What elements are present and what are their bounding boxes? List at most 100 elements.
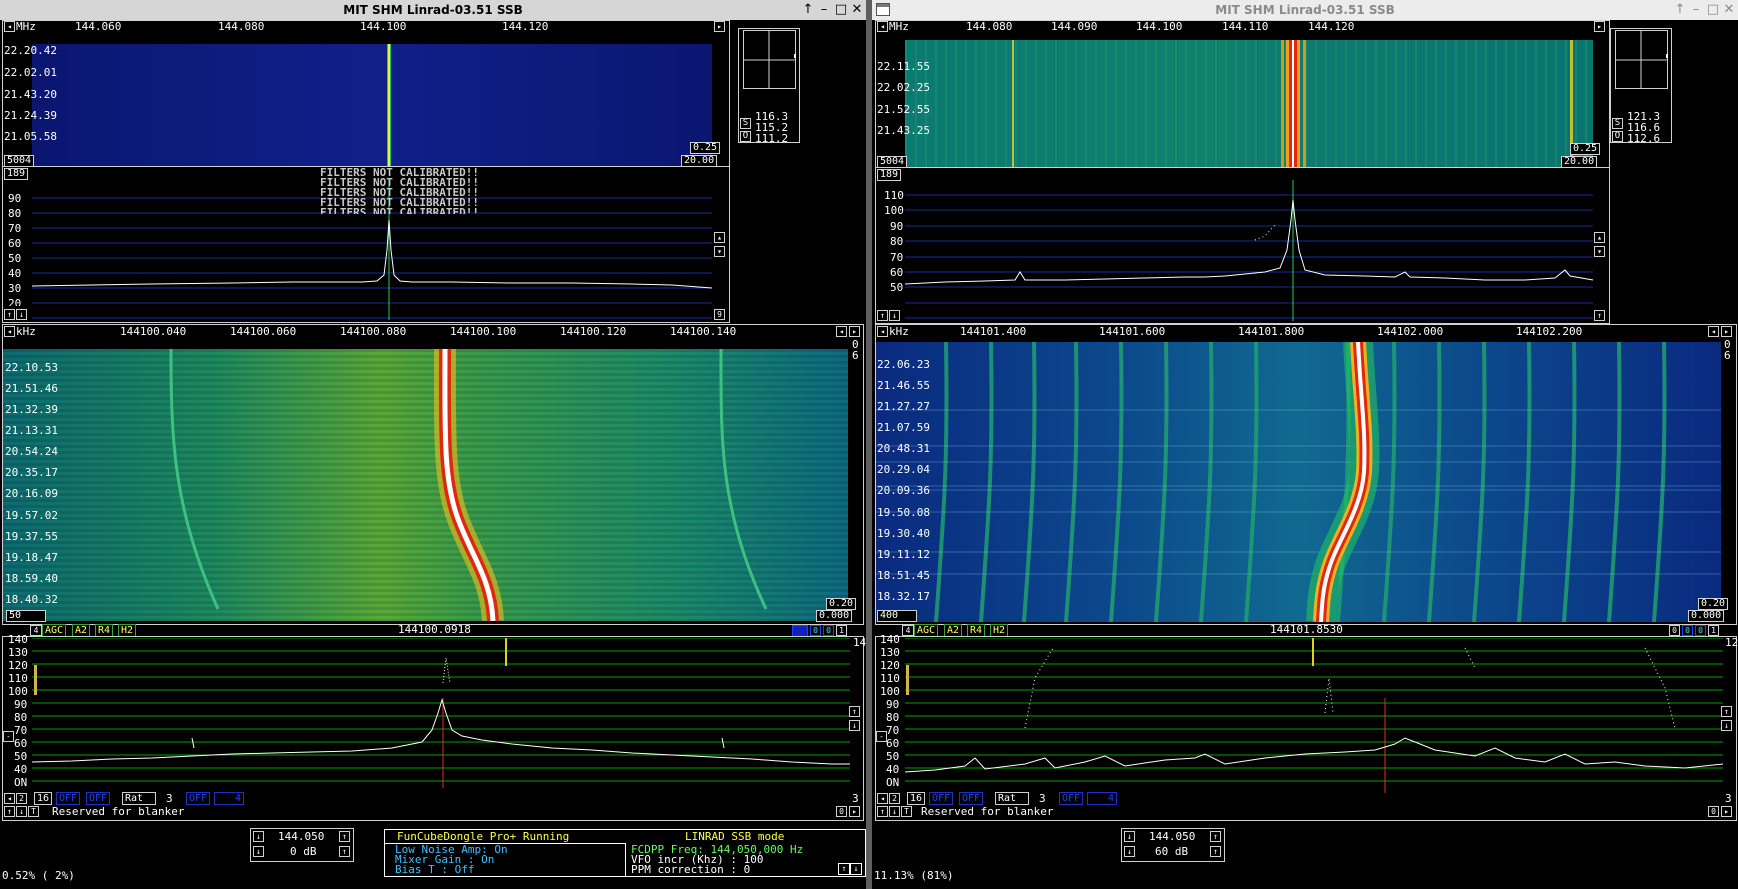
arrow-up-icon[interactable]: ↑ [838,863,850,875]
minimize-icon[interactable]: – [1688,1,1704,18]
minimize-icon[interactable]: – [816,1,832,18]
baseband-off-button[interactable]: OFF [1059,792,1084,805]
baseband-row2-right[interactable]: 0 [1708,806,1719,817]
ctrl-number[interactable]: 4 [902,625,914,636]
arrow-down-icon[interactable]: ↓ [253,846,264,857]
maximize-icon[interactable]: □ [833,1,849,18]
arrow-down-icon[interactable]: ↓ [849,720,860,731]
ctrl-right-button[interactable]: 1 [836,625,847,636]
s-meter-s-button[interactable]: S [740,118,751,129]
arrow-up-icon[interactable]: ↑ [4,806,15,817]
baseband-value[interactable]: 4 [1087,792,1117,805]
arrow-up-icon[interactable]: ↑ [877,806,888,817]
arrow-down-icon[interactable]: ▾ [714,246,725,257]
arrow-left-icon[interactable]: ◂ [877,21,888,32]
spectrum-top-value[interactable]: 189 [877,169,902,181]
narrow-right-value-bottom[interactable]: 0.000 [1688,610,1725,622]
arrow-right-icon[interactable]: ▸ [1594,21,1605,32]
baseband-btn[interactable]: 2 [889,793,900,804]
ctrl-right-button[interactable]: 1 [1708,625,1719,636]
arrow-right-icon[interactable]: ▸ [1721,806,1732,817]
baseband-btn[interactable]: 2 [16,793,27,804]
spectrum-scale: 90 [890,220,904,233]
baseband-off-button[interactable]: OFF [186,792,211,805]
narrow-left-value[interactable]: 400 [877,610,917,622]
arrow-up-icon[interactable]: ↑ [800,1,816,18]
arrow-left-icon[interactable]: ◂ [836,326,847,337]
arrow-right-icon[interactable]: ▸ [714,21,725,32]
baseband-off-button[interactable]: OFF [959,792,984,805]
ctrl-right-button[interactable]: 0 [1695,625,1706,636]
baseband-off-button[interactable]: OFF [86,792,111,805]
arrow-up-icon[interactable]: ↑ [339,831,350,842]
arrow-up-icon[interactable]: ↑ [4,309,15,320]
freq-value[interactable]: 144.050 [1149,831,1195,843]
arrow-down-icon[interactable]: ↓ [889,806,900,817]
s-meter-o-button[interactable]: O [1612,131,1623,142]
arrow-up-icon[interactable]: ↑ [1210,846,1221,857]
narrow-right-value-top[interactable]: 0.20 [1698,598,1729,610]
arrow-up-icon[interactable]: ↑ [1594,310,1605,321]
arrow-up-icon[interactable]: ↑ [849,706,860,717]
baseband-btn[interactable]: 16 [907,792,926,805]
spectrum-top-value[interactable]: 189 [4,168,29,180]
baseband-row2-right[interactable]: 0 [836,806,847,817]
baseband-value[interactable]: 4 [214,792,244,805]
narrow-left-value[interactable]: 50 [6,610,46,622]
arrow-up-icon[interactable]: ↑ [1210,831,1221,842]
filters-warning: FILTERS NOT CALIBRATED!! FILTERS NOT CALI… [320,166,479,214]
baseband-top-right: 14 [853,636,866,649]
gain-value[interactable]: 0 dB [290,846,317,858]
arrow-up-icon[interactable]: ▴ [1594,232,1605,243]
baseband-top-right: 12 [1725,636,1738,649]
ctrl-number[interactable]: 4 [30,625,42,636]
maximize-icon[interactable]: □ [1705,1,1721,18]
arrow-down-icon[interactable]: ↓ [889,310,900,321]
spectrum-bottom-right-button[interactable]: 9 [714,309,725,320]
arrow-left-icon[interactable]: ◂ [1708,326,1719,337]
ctrl-right-button[interactable]: 0 [1682,625,1693,636]
arrow-up-icon[interactable]: ↑ [877,310,888,321]
arrow-down-icon[interactable]: ↓ [16,309,27,320]
arrow-right-icon[interactable]: ▸ [1721,326,1732,337]
arrow-up-icon[interactable]: ↑ [339,846,350,857]
ctrl-right-button[interactable]: 0 [810,625,821,636]
close-icon[interactable]: ✕ [849,1,865,18]
arrow-up-icon[interactable]: ▴ [714,232,725,243]
baseband-off-button[interactable]: OFF [929,792,954,805]
arrow-down-icon[interactable]: ↓ [16,806,27,817]
arrow-right-icon[interactable]: ▸ [849,806,860,817]
arrow-down-icon[interactable]: ↓ [1721,720,1732,731]
arrow-left-icon[interactable]: ◂ [4,793,15,804]
arrow-down-icon[interactable]: ▾ [1594,246,1605,257]
s-meter-s-button[interactable]: S [1612,118,1623,129]
arrow-down-icon[interactable]: ↓ [1124,831,1135,842]
arrow-up-icon[interactable]: ↑ [1672,1,1688,18]
narrow-right-value-top[interactable]: 0.20 [826,598,857,610]
window-title: MIT SHM Linrad-03.51 SSB [1215,3,1395,17]
title-bar[interactable]: MIT SHM Linrad-03.51 SSB ↑ – □ ✕ [0,0,866,20]
wide-right-value-top[interactable]: 0.25 [1570,143,1601,155]
baseband-off-button[interactable]: OFF [56,792,81,805]
ctrl-right-button[interactable]: 0 [823,625,834,636]
s-meter-o-button[interactable]: O [740,131,751,142]
baseband-btn[interactable]: 16 [34,792,53,805]
arrow-left-icon[interactable]: ◂ [877,793,888,804]
t-button[interactable]: T [901,806,912,817]
gain-value[interactable]: 60 dB [1155,846,1188,858]
arrow-down-icon[interactable]: ↓ [1124,846,1135,857]
freq-value[interactable]: 144.050 [278,831,324,843]
arrow-left-icon[interactable]: ◂ [4,326,15,337]
wide-right-value-top[interactable]: 0.25 [690,142,721,154]
arrow-left-icon[interactable]: ◂ [4,21,15,32]
narrow-right-value-bottom[interactable]: 0.000 [816,610,853,622]
title-bar[interactable]: MIT SHM Linrad-03.51 SSB ↑ – □ ✕ [872,0,1738,20]
close-icon[interactable]: ✕ [1721,1,1737,18]
arrow-left-icon[interactable]: ◂ [877,326,888,337]
arrow-down-icon[interactable]: ↓ [850,863,862,875]
arrow-right-icon[interactable]: ▸ [849,326,860,337]
arrow-down-icon[interactable]: ↓ [253,831,264,842]
arrow-up-icon[interactable]: ↑ [1721,706,1732,717]
t-button[interactable]: T [28,806,39,817]
ctrl-right-button[interactable]: 0 [1669,625,1680,636]
